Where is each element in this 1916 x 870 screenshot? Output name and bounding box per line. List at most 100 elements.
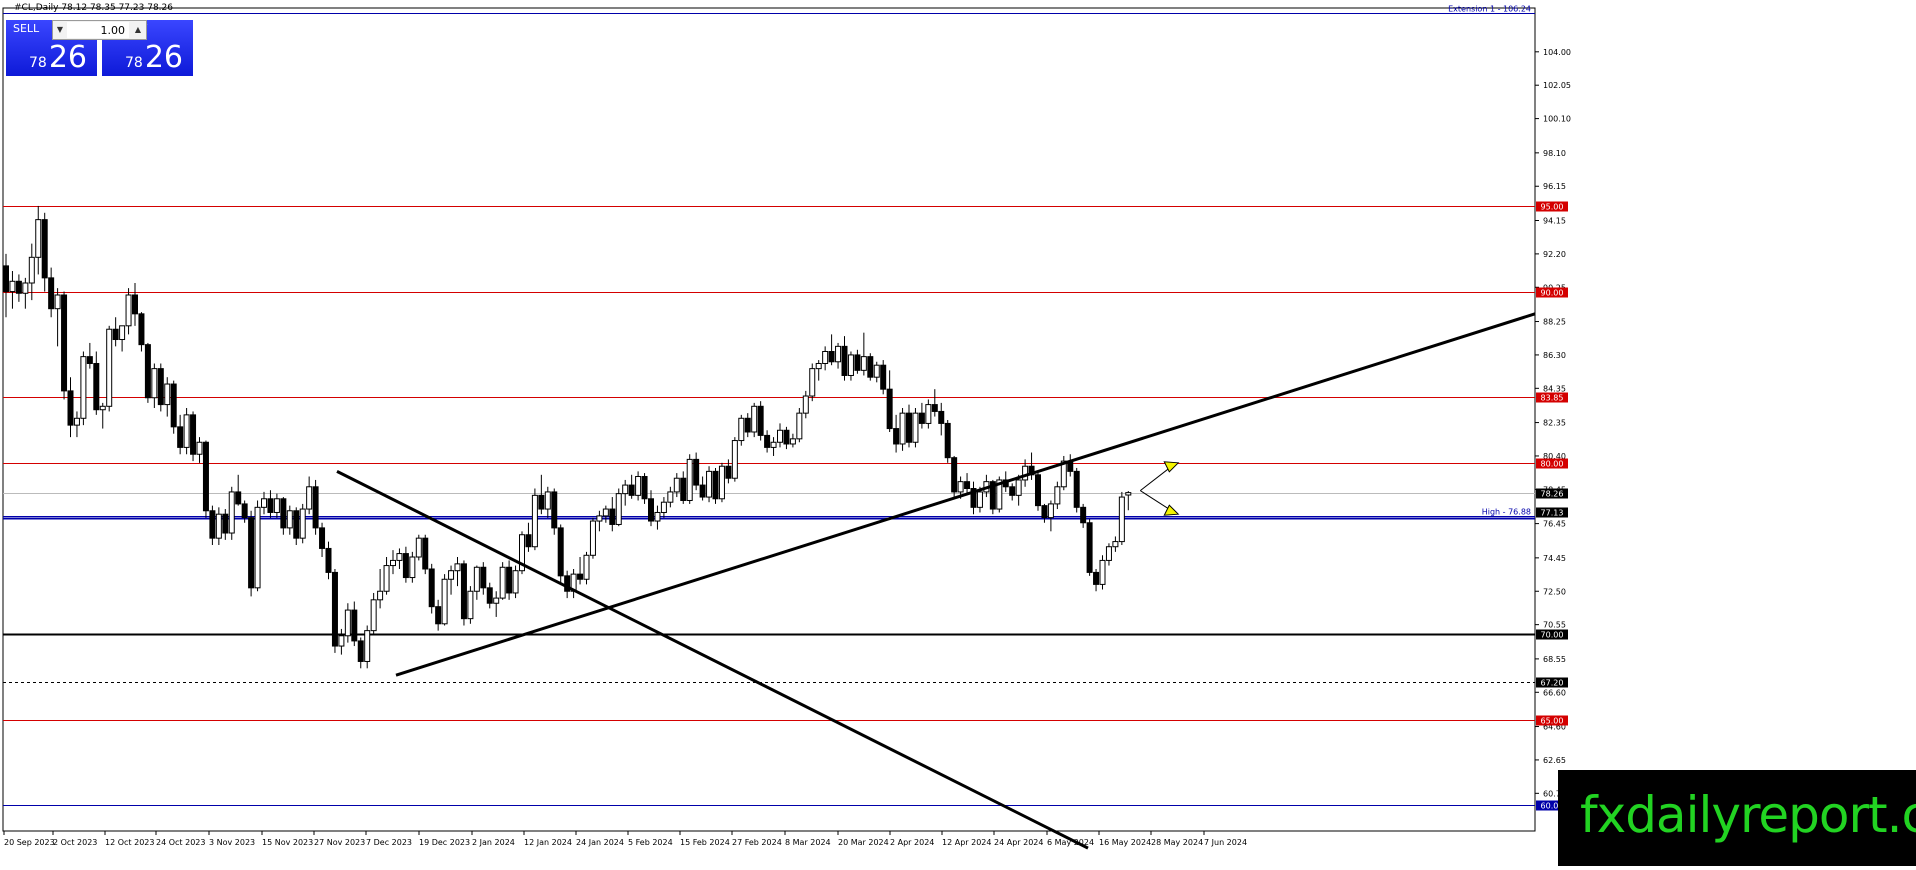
candle-bear: [190, 414, 197, 455]
candle-bear: [641, 476, 648, 500]
buy-price: 7826: [104, 43, 183, 73]
candle-bear: [486, 587, 493, 604]
candle-bull: [467, 590, 474, 620]
candle-bull: [99, 405, 106, 411]
candle-bear: [964, 481, 971, 489]
candle-bear: [293, 510, 300, 539]
candle-bear: [325, 547, 332, 573]
price-chart[interactable]: Extension 1 - 106.24 High - 76.88 104.00 1…: [0, 0, 1916, 866]
candle-bear: [577, 573, 584, 580]
x-tick-label: 15 Nov 2023: [262, 838, 313, 847]
candle-bear: [828, 351, 835, 363]
x-tick-label: 2 Jan 2024: [472, 838, 515, 847]
candle-bull: [809, 368, 816, 397]
x-tick-label: 5 Feb 2024: [628, 838, 673, 847]
lot-size-input[interactable]: [67, 22, 129, 38]
candle-bear: [170, 383, 177, 428]
candle-bull: [273, 498, 280, 513]
candle-bull: [802, 395, 809, 414]
x-tick-label: 3 Nov 2023: [209, 838, 255, 847]
candle-bull: [957, 481, 964, 493]
candle-bull: [383, 565, 390, 592]
candle-bull: [215, 513, 222, 539]
candle-bear: [15, 280, 22, 294]
candle-bear: [551, 491, 558, 529]
candle-bull: [531, 494, 538, 548]
projection-arrow-down: [1163, 504, 1180, 516]
price-tag-label: 80.00: [1541, 460, 1564, 469]
candle-bull: [751, 405, 758, 433]
candle-bear: [357, 640, 364, 662]
candle-bear: [841, 345, 848, 376]
candle-bear: [422, 537, 429, 570]
candle-bull: [615, 493, 622, 525]
buy-price-small: 78: [124, 55, 143, 71]
candle-bear: [177, 426, 184, 448]
candle-bull: [228, 491, 235, 534]
candle-bear: [460, 563, 467, 620]
price-tag-label: 90.00: [1541, 289, 1564, 298]
candle-bull: [9, 280, 16, 293]
candle-bear: [944, 422, 951, 459]
candle-bear: [712, 470, 719, 500]
price-tag-label: 95.00: [1541, 203, 1564, 212]
candle-bull: [847, 354, 854, 376]
candle-bear: [138, 313, 145, 346]
sell-button[interactable]: SELL: [8, 21, 44, 36]
x-tick-label: 2 Oct 2023: [53, 838, 97, 847]
candle-bear: [1086, 522, 1093, 573]
candle-bear: [132, 294, 138, 315]
candle-bear: [628, 484, 635, 496]
candle-bull: [589, 520, 596, 556]
price-tag-label: 70.00: [1541, 631, 1564, 640]
y-tick-label: 62.65: [1543, 756, 1566, 765]
candle-bear: [1073, 470, 1080, 508]
candle-bear: [680, 477, 687, 501]
y-tick-label: 94.15: [1543, 216, 1566, 225]
y-tick-label: 70.55: [1543, 621, 1566, 630]
y-tick-label: 104.00: [1543, 48, 1571, 57]
y-tick-label: 76.45: [1543, 520, 1566, 529]
candle-bull: [770, 441, 777, 448]
candle-bear: [41, 219, 48, 279]
candle-bear: [525, 534, 532, 548]
candle-bear: [1035, 474, 1041, 507]
candle-bear: [938, 410, 945, 424]
y-tick-label: 72.50: [1543, 587, 1566, 596]
candle-bull: [441, 578, 448, 625]
y-tick-label: 74.45: [1543, 554, 1566, 563]
candle-bear: [854, 354, 861, 371]
candle-bear: [280, 498, 287, 529]
y-tick-label: 92.20: [1543, 250, 1566, 259]
x-tick-label: 16 May 2024: [1099, 838, 1151, 847]
candle-bear: [609, 508, 616, 525]
chart-canvas[interactable]: Extension 1 - 106.24 High - 76.88 104.00 1…: [0, 0, 1916, 866]
candle-bull: [80, 356, 87, 419]
candle-bull: [1125, 492, 1132, 496]
candle-bear: [428, 568, 435, 608]
candle-bear: [893, 428, 900, 445]
candle-bear: [783, 429, 790, 445]
level-text-label: High - 76.88: [1482, 508, 1531, 517]
x-tick-label: 24 Oct 2023: [156, 838, 205, 847]
candle-bull: [125, 294, 132, 327]
candle-bull: [822, 351, 829, 364]
candle-bear: [1080, 506, 1087, 524]
x-tick-label: 20 Sep 2023: [4, 838, 55, 847]
brand-watermark: fxdailyreport.com: [1558, 770, 1916, 866]
candle-bull: [777, 429, 783, 443]
candle-bull: [286, 510, 293, 529]
candle-bull: [731, 440, 738, 479]
x-tick-label: 24 Jan 2024: [576, 838, 624, 847]
candle-bull: [976, 491, 983, 508]
candle-bull: [396, 553, 403, 561]
candle-bull: [1022, 465, 1029, 481]
triangle-up-icon[interactable]: ▲: [131, 23, 145, 37]
x-tick-label: 15 Feb 2024: [680, 838, 730, 847]
candle-bull: [28, 256, 35, 284]
y-tick-label: 98.10: [1543, 149, 1566, 158]
triangle-down-icon[interactable]: ▼: [53, 23, 67, 37]
candle-bull: [119, 325, 126, 341]
candle-bear: [725, 465, 732, 479]
y-tick-label: 66.60: [1543, 688, 1566, 697]
